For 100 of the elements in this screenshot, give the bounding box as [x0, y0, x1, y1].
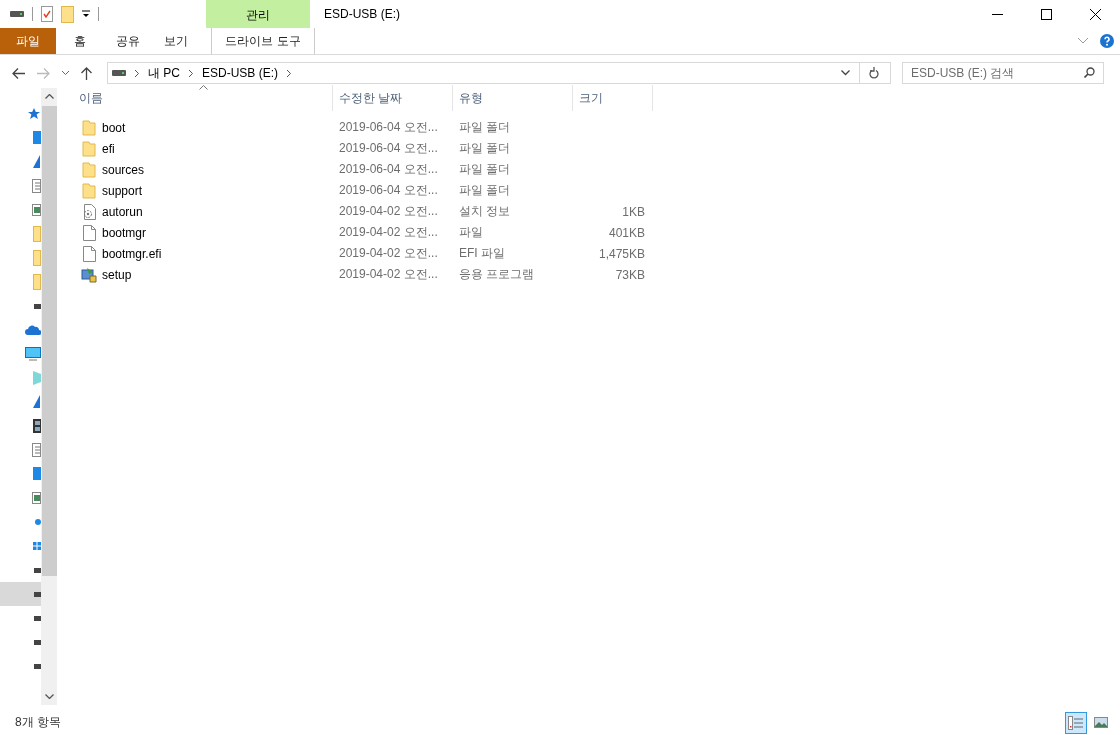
installer-icon	[81, 266, 97, 283]
date-cell-text: 2019-06-04 오전...	[338, 140, 439, 157]
folder-icon	[82, 119, 96, 136]
windows-icon	[33, 542, 41, 550]
chevron-right-icon[interactable]	[189, 69, 193, 77]
settings-file-icon	[82, 203, 96, 220]
size-cell-text: 401KB	[607, 225, 645, 240]
ribbon-tab[interactable]: 홈	[56, 28, 104, 54]
folder-icon	[82, 161, 96, 178]
cloud-icon	[25, 325, 41, 335]
monitor-icon	[25, 347, 41, 361]
document-icon	[32, 443, 41, 457]
properties-icon[interactable]	[41, 6, 53, 22]
window-title: ESD-USB (E:)	[324, 7, 401, 21]
file-icon	[82, 224, 96, 241]
date-cell-text: 2019-04-02 오전...	[338, 266, 439, 283]
refresh-icon[interactable]	[869, 67, 879, 79]
breadcrumb[interactable]: ESD-USB (E:)	[202, 66, 279, 80]
scrollbar-thumb[interactable]	[41, 106, 57, 576]
column-header[interactable]: 수정한 날짜	[333, 85, 453, 111]
date-cell-text: 2019-06-04 오전...	[338, 119, 439, 136]
type-cell-text: 파일 폴더	[458, 161, 512, 178]
type-cell-text: 응용 프로그램	[458, 266, 536, 283]
file-row[interactable]: sources 2019-06-04 오전... 파일 폴더	[79, 159, 1120, 180]
file-row[interactable]: autorun 2019-04-02 오전... 설치 정보 1KB	[79, 201, 1120, 222]
drive-icon	[112, 70, 126, 76]
file-row[interactable]: setup 2019-04-02 오전... 응용 프로그램 73KB	[79, 264, 1120, 285]
details-view-icon	[1068, 715, 1084, 730]
file-row[interactable]: boot 2019-06-04 오전... 파일 폴더	[79, 117, 1120, 138]
close-icon[interactable]	[1090, 8, 1101, 20]
file-name: boot	[102, 120, 126, 135]
address-bar[interactable]: 내 PC ESD-USB (E:)	[107, 62, 891, 84]
type-cell-text: 파일 폴더	[458, 119, 512, 136]
music-icon	[35, 519, 41, 525]
date-cell-text: 2019-06-04 오전...	[338, 161, 439, 178]
drive-icon	[34, 615, 41, 621]
folder-icon	[82, 140, 96, 157]
folder-icon	[82, 182, 96, 199]
film-icon	[33, 419, 41, 433]
ribbon-tab[interactable]: 보기	[152, 28, 200, 54]
file-name: setup	[102, 267, 132, 282]
drive-icon	[34, 639, 41, 645]
maximize-icon[interactable]	[1041, 8, 1052, 20]
picture-view-icon	[1094, 717, 1108, 728]
document-icon	[32, 179, 41, 193]
file-row[interactable]: support 2019-06-04 오전... 파일 폴더	[79, 180, 1120, 201]
customize-dropdown-icon[interactable]	[82, 10, 90, 18]
chevron-down-icon[interactable]	[44, 694, 54, 699]
ribbon-tab[interactable]: 드라이브 도구	[211, 28, 315, 54]
drive-icon	[34, 567, 41, 573]
drive-icon	[34, 303, 41, 309]
size-cell-text: 1,475KB	[597, 246, 645, 261]
picture-icon	[32, 492, 41, 504]
date-cell-text: 2019-04-02 오전...	[338, 224, 439, 241]
file-name: bootmgr.efi	[102, 246, 162, 261]
date-cell-text: 2019-04-02 오전...	[338, 203, 439, 220]
view-button[interactable]	[1065, 711, 1087, 734]
chevron-up-icon[interactable]	[44, 94, 54, 99]
folder-icon	[33, 250, 41, 266]
drive-icon	[34, 663, 41, 669]
help-icon[interactable]	[1100, 34, 1114, 48]
file-row[interactable]: efi 2019-06-04 오전... 파일 폴더	[79, 138, 1120, 159]
chevron-right-icon[interactable]	[135, 69, 139, 77]
drive-icon[interactable]	[10, 11, 24, 17]
file-icon	[82, 245, 96, 262]
folder-icon	[33, 274, 41, 290]
type-cell-text: EFI 파일	[458, 245, 506, 262]
back-arrow-icon[interactable]	[12, 67, 25, 79]
navigation-item[interactable]	[0, 582, 41, 606]
picture-icon	[32, 204, 41, 216]
type-cell-text: 설치 정보	[458, 203, 512, 220]
file-name: bootmgr	[102, 225, 147, 240]
search-icon[interactable]	[1084, 67, 1095, 78]
column-header[interactable]: 크기	[573, 85, 653, 111]
type-cell-text: 파일 폴더	[458, 182, 512, 199]
type-cell-text: 파일	[458, 224, 484, 241]
file-name: efi	[102, 141, 115, 156]
up-arrow-icon[interactable]	[81, 66, 92, 80]
column-header[interactable]: 유형	[453, 85, 573, 111]
file-row[interactable]: bootmgr 2019-04-02 오전... 파일 401KB	[79, 222, 1120, 243]
date-cell-text: 2019-06-04 오전...	[338, 182, 439, 199]
ribbon-tab[interactable]: 파일	[0, 28, 56, 54]
column-header[interactable]: 이름	[79, 85, 333, 111]
context-group-label: 관리	[246, 7, 270, 24]
desktop-icon	[33, 131, 41, 145]
chevron-down-icon[interactable]	[841, 70, 850, 76]
desktop-icon	[33, 467, 41, 481]
scrollbar[interactable]	[41, 88, 57, 705]
ribbon-tab[interactable]: 공유	[104, 28, 152, 54]
type-cell-text: 파일 폴더	[458, 140, 512, 157]
breadcrumb[interactable]: 내 PC	[148, 64, 180, 82]
search-field[interactable]: ESD-USB (E:) 검색	[902, 62, 1104, 84]
chevron-right-icon[interactable]	[287, 69, 292, 77]
file-name: sources	[102, 162, 145, 177]
folder-icon	[33, 226, 41, 242]
file-name: autorun	[102, 204, 143, 219]
chevron-down-icon[interactable]	[62, 71, 69, 75]
file-name: support	[102, 183, 143, 198]
item-count: 8개 항목	[15, 714, 61, 731]
file-row[interactable]: bootmgr.efi 2019-04-02 오전... EFI 파일 1,475KB	[79, 243, 1120, 264]
